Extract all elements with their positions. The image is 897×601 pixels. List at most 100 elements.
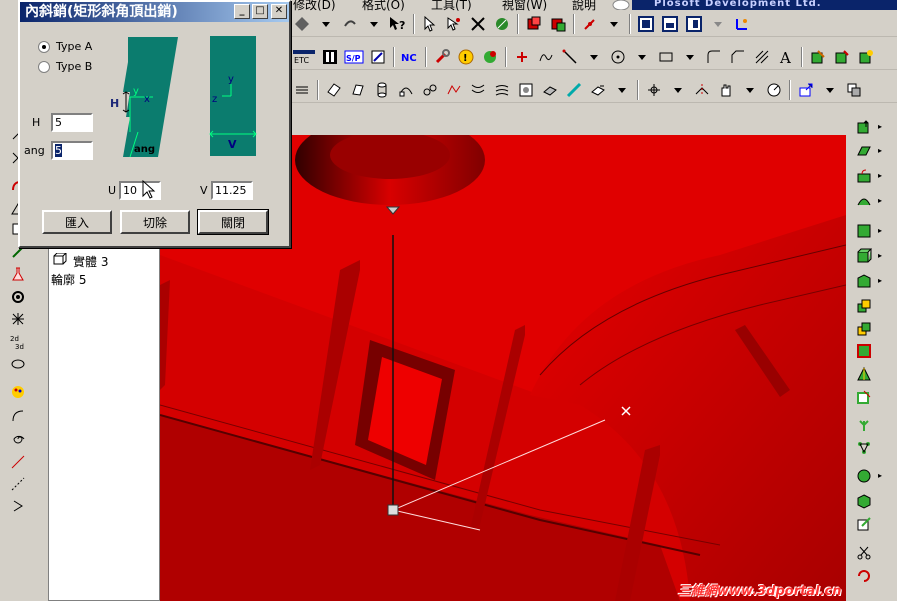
chevron-down-icon[interactable]: [739, 79, 761, 101]
chevron-right-icon[interactable]: ▸: [878, 471, 882, 480]
draft-icon[interactable]: [853, 140, 875, 162]
trim-icon[interactable]: [467, 13, 489, 35]
view-front-icon[interactable]: [635, 13, 657, 35]
network-icon[interactable]: [853, 437, 875, 459]
patch-icon[interactable]: [515, 79, 537, 101]
box-icon[interactable]: [853, 220, 875, 242]
chevron-right-icon[interactable]: ▸: [878, 122, 882, 131]
minimize-button[interactable]: _: [234, 4, 250, 19]
chevron-right-icon[interactable]: ▸: [878, 251, 882, 260]
tree-item-solid[interactable]: 實體 3: [73, 253, 108, 270]
mesh-icon[interactable]: [491, 79, 513, 101]
hollow-icon[interactable]: [853, 386, 875, 408]
measure-icon[interactable]: [763, 79, 785, 101]
chevron-right-icon[interactable]: ▸: [878, 196, 882, 205]
nc-icon[interactable]: NC: [399, 46, 421, 68]
h-input[interactable]: 5: [51, 113, 93, 132]
rotate-icon[interactable]: [339, 13, 361, 35]
transform-icon[interactable]: [643, 79, 665, 101]
sweep-icon[interactable]: [395, 79, 417, 101]
wrench-icon[interactable]: [431, 46, 453, 68]
hatch-icon[interactable]: [751, 46, 773, 68]
delete-button[interactable]: 切除: [120, 210, 190, 234]
select-multi-icon[interactable]: [443, 13, 465, 35]
chevron-down-icon[interactable]: [583, 46, 605, 68]
2d3d-icon[interactable]: 2d 3d: [7, 331, 29, 353]
cylinder-icon[interactable]: [371, 79, 393, 101]
chamfer-icon[interactable]: [727, 46, 749, 68]
rectangle-icon[interactable]: [655, 46, 677, 68]
spline-icon[interactable]: [535, 46, 557, 68]
curve-icon[interactable]: [7, 405, 29, 427]
radio-type-b[interactable]: Type B: [38, 60, 92, 73]
fillet-icon[interactable]: [703, 46, 725, 68]
view-top-icon[interactable]: [659, 13, 681, 35]
chevron-down-icon[interactable]: [315, 13, 337, 35]
subtract-icon[interactable]: [853, 318, 875, 340]
surface-1-icon[interactable]: [323, 79, 345, 101]
dash-icon[interactable]: [7, 473, 29, 495]
chevron-down-icon[interactable]: [363, 13, 385, 35]
line-icon[interactable]: [559, 46, 581, 68]
maximize-button[interactable]: □: [252, 4, 268, 19]
hand-icon[interactable]: [715, 79, 737, 101]
mirror-icon[interactable]: [691, 79, 713, 101]
axis-icon[interactable]: [731, 13, 753, 35]
chevron-down-icon[interactable]: [603, 13, 625, 35]
tree-item-profile[interactable]: 輪廓 5: [51, 271, 86, 288]
chevron-down-icon[interactable]: [679, 46, 701, 68]
import-button[interactable]: 匯入: [42, 210, 112, 234]
help-pointer-icon[interactable]: ?: [387, 13, 409, 35]
close-button[interactable]: 關閉: [197, 209, 269, 235]
solid-copy-icon[interactable]: [855, 46, 877, 68]
diamond-icon[interactable]: [291, 13, 313, 35]
chevron-down-icon[interactable]: [667, 79, 689, 101]
view-side-icon[interactable]: [683, 13, 705, 35]
round-icon[interactable]: [853, 165, 875, 187]
star-icon[interactable]: [7, 308, 29, 330]
select-arrow-icon[interactable]: [419, 13, 441, 35]
solid-red-icon[interactable]: [523, 13, 545, 35]
radio-type-a[interactable]: Type A: [38, 40, 92, 53]
plus-icon[interactable]: [511, 46, 533, 68]
blend-icon[interactable]: [443, 79, 465, 101]
chevron-right-icon[interactable]: ▸: [878, 146, 882, 155]
polyline-icon[interactable]: [7, 451, 29, 473]
scissors-icon[interactable]: [853, 542, 875, 564]
fill-icon[interactable]: [587, 79, 609, 101]
radio-type-b-control[interactable]: [38, 60, 50, 73]
ellipse-icon[interactable]: [7, 353, 29, 375]
offset-icon[interactable]: [539, 79, 561, 101]
arch-icon[interactable]: [853, 190, 875, 212]
chevron-right-icon[interactable]: ▸: [878, 171, 882, 180]
etc-icon[interactable]: ETC: [291, 46, 317, 68]
wand-icon[interactable]: [491, 13, 513, 35]
sphere-icon[interactable]: [853, 465, 875, 487]
gear-icon[interactable]: [7, 286, 29, 308]
solid-cube-icon[interactable]: [853, 490, 875, 512]
circle-icon[interactable]: [607, 46, 629, 68]
radio-type-a-control[interactable]: [38, 40, 50, 53]
close-window-button[interactable]: ✕: [271, 4, 287, 19]
union-icon[interactable]: [853, 295, 875, 317]
export-icon[interactable]: [795, 79, 817, 101]
spiral-icon[interactable]: [7, 428, 29, 450]
solid-green-icon[interactable]: [547, 13, 569, 35]
cube-icon[interactable]: [853, 245, 875, 267]
intersect-icon[interactable]: [853, 340, 875, 362]
chevron-down-icon[interactable]: [707, 13, 729, 35]
v-input[interactable]: 11.25: [211, 181, 253, 200]
chevron-down-icon[interactable]: [819, 79, 841, 101]
sp-icon[interactable]: S/P: [343, 46, 365, 68]
chevron-down-icon[interactable]: [611, 79, 633, 101]
flask-icon[interactable]: [7, 263, 29, 285]
layers-icon[interactable]: [291, 79, 313, 101]
text-icon[interactable]: A: [775, 46, 797, 68]
surface-2-icon[interactable]: [347, 79, 369, 101]
split-icon[interactable]: [853, 363, 875, 385]
prism-icon[interactable]: [853, 270, 875, 292]
tree-icon[interactable]: [853, 414, 875, 436]
shell-icon[interactable]: [853, 116, 875, 138]
info-icon[interactable]: !: [455, 46, 477, 68]
edit-solid-icon[interactable]: [853, 513, 875, 535]
